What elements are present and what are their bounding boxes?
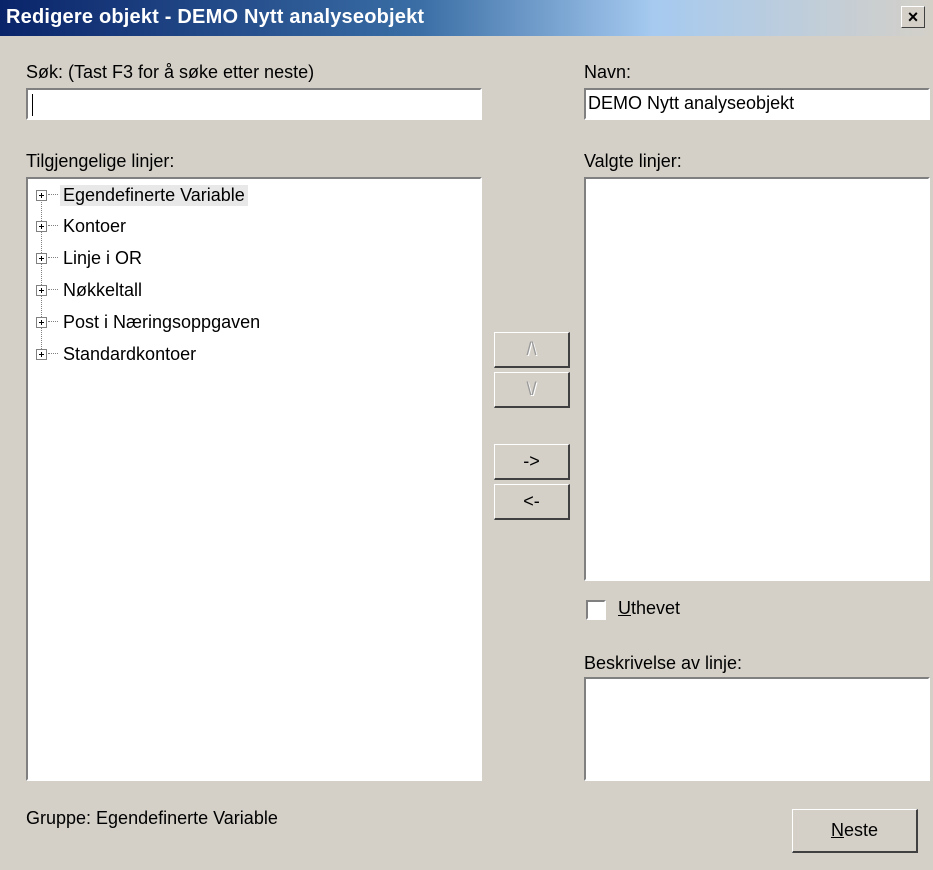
available-lines-label: Tilgjengelige linjer: [26, 151, 175, 171]
tree-item-label: Linje i OR [63, 247, 143, 268]
tree-item-label: Post i Næringsoppgaven [63, 311, 261, 332]
group-status-text: Gruppe: Egendefinerte Variable [26, 808, 278, 828]
plus-box-icon[interactable] [36, 284, 47, 296]
add-line-label: -> [523, 451, 540, 471]
tree-item-label: Kontoer [63, 215, 127, 236]
tree-dots [48, 257, 58, 259]
description-field[interactable] [584, 677, 930, 781]
move-down-button[interactable]: \/ [494, 372, 570, 408]
tree-item-post-i-naeringsoppgaven[interactable]: Post i Næringsoppgaven [36, 308, 263, 336]
tree-dots [48, 353, 58, 355]
tree-dots [48, 225, 58, 227]
plus-box-icon[interactable] [36, 316, 47, 328]
selected-lines-label: Valgte linjer: [584, 151, 682, 171]
search-input[interactable] [26, 88, 482, 120]
available-lines-tree[interactable]: Egendefinerte Variable Kontoer Linje i O… [26, 177, 482, 781]
selected-lines-list[interactable] [584, 177, 930, 581]
text-caret [32, 94, 33, 116]
next-button[interactable]: Neste [792, 809, 918, 853]
plus-box-icon[interactable] [36, 220, 47, 232]
close-button[interactable]: × [901, 6, 925, 28]
search-label: Søk: (Tast F3 for å søke etter neste) [26, 62, 315, 82]
move-up-label: /\ [526, 339, 537, 359]
next-button-label: Neste [831, 820, 878, 841]
add-line-button[interactable]: -> [494, 444, 570, 480]
mnemonic-letter: N [830, 820, 844, 840]
tree-item-label: Nøkkeltall [63, 279, 143, 300]
tree-item-egendefinerte-variable[interactable]: Egendefinerte Variable [36, 181, 248, 209]
highlight-checkbox[interactable] [586, 600, 606, 620]
checkbox-label-rest: thevet [631, 598, 681, 618]
name-label: Navn: [584, 62, 632, 82]
highlight-checkbox-label[interactable]: Uthevet [618, 598, 680, 619]
description-label: Beskrivelse av linje: [584, 653, 743, 673]
window-title: Redigere objekt - DEMO Nytt analyseobjek… [6, 6, 425, 28]
move-down-label: \/ [526, 379, 537, 399]
plus-box-icon[interactable] [36, 348, 47, 360]
name-input[interactable]: DEMO Nytt analyseobjekt [584, 88, 930, 120]
tree-dots [48, 289, 58, 291]
tree-item-nokkeltall[interactable]: Nøkkeltall [36, 276, 145, 304]
tree-dots [48, 194, 58, 196]
title-bar: Redigere objekt - DEMO Nytt analyseobjek… [0, 0, 933, 36]
remove-line-label: <- [523, 491, 540, 511]
plus-box-icon[interactable] [36, 252, 47, 264]
next-label-rest: este [843, 820, 879, 840]
tree-item-kontoer[interactable]: Kontoer [36, 212, 129, 240]
mnemonic-letter: U [618, 598, 631, 618]
tree-item-label: Egendefinerte Variable [60, 184, 248, 206]
close-icon: × [907, 7, 919, 27]
move-up-button[interactable]: /\ [494, 332, 570, 368]
tree-dots [48, 321, 58, 323]
plus-box-icon[interactable] [36, 189, 47, 201]
remove-line-button[interactable]: <- [494, 484, 570, 520]
tree-item-standardkontoer[interactable]: Standardkontoer [36, 340, 199, 368]
tree-item-linje-i-or[interactable]: Linje i OR [36, 244, 145, 272]
name-input-value: DEMO Nytt analyseobjekt [588, 93, 795, 113]
tree-item-label: Standardkontoer [63, 343, 197, 364]
